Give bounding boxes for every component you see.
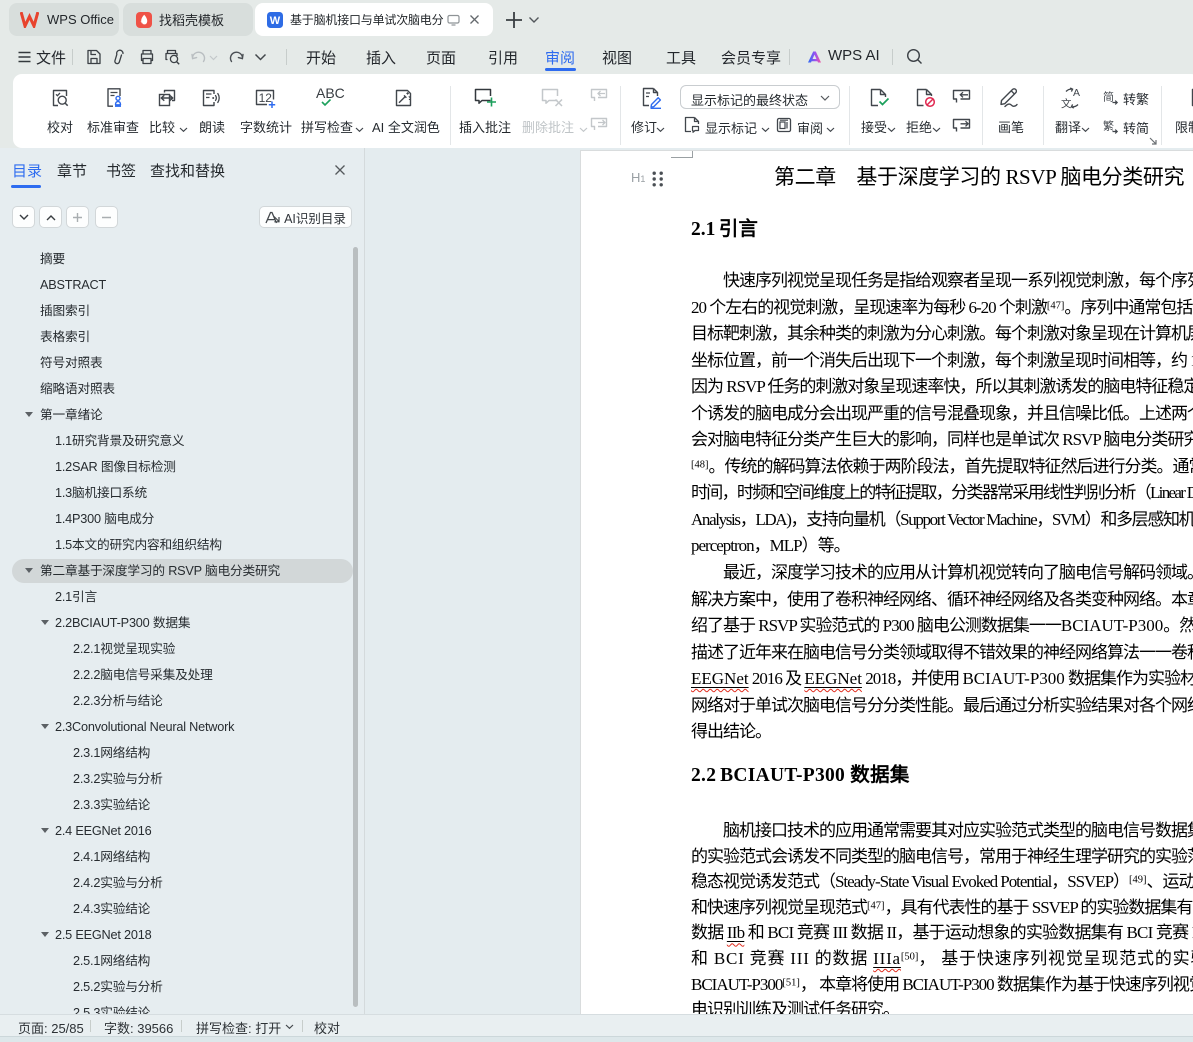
svg-text:文: 文 — [1061, 97, 1072, 109]
svg-text:简: 简 — [1103, 90, 1114, 104]
svg-text:W: W — [270, 15, 281, 27]
svg-text:12: 12 — [259, 91, 273, 105]
svg-text:A: A — [1073, 87, 1080, 99]
svg-text:ABC: ABC — [316, 86, 345, 101]
svg-text:繁: 繁 — [1103, 119, 1114, 133]
